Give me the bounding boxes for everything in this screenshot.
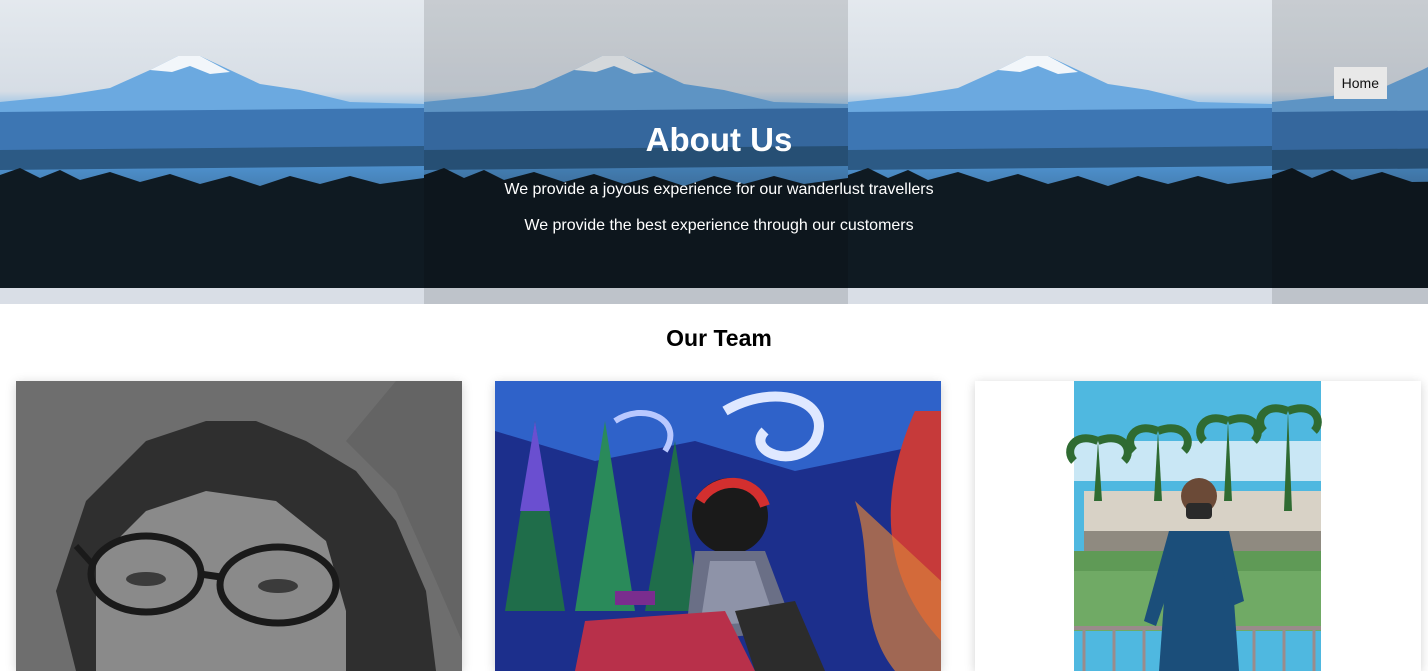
team-member-photo [495,381,941,671]
page-title: About Us [645,121,793,158]
team-member-photo [16,381,462,671]
team-member-card [16,381,462,671]
hero-tagline: We provide a joyous experience for our w… [504,181,934,198]
team-member-photo [975,381,1421,671]
hero-subtagline: We provide the best experience through o… [524,217,914,234]
hero-banner: Home About Us We provide a joyous experi… [0,0,1428,304]
home-nav-button[interactable]: Home [1333,67,1387,99]
team-member-card [495,381,941,671]
team-member-card [975,381,1421,671]
team-heading: Our Team [666,325,772,351]
